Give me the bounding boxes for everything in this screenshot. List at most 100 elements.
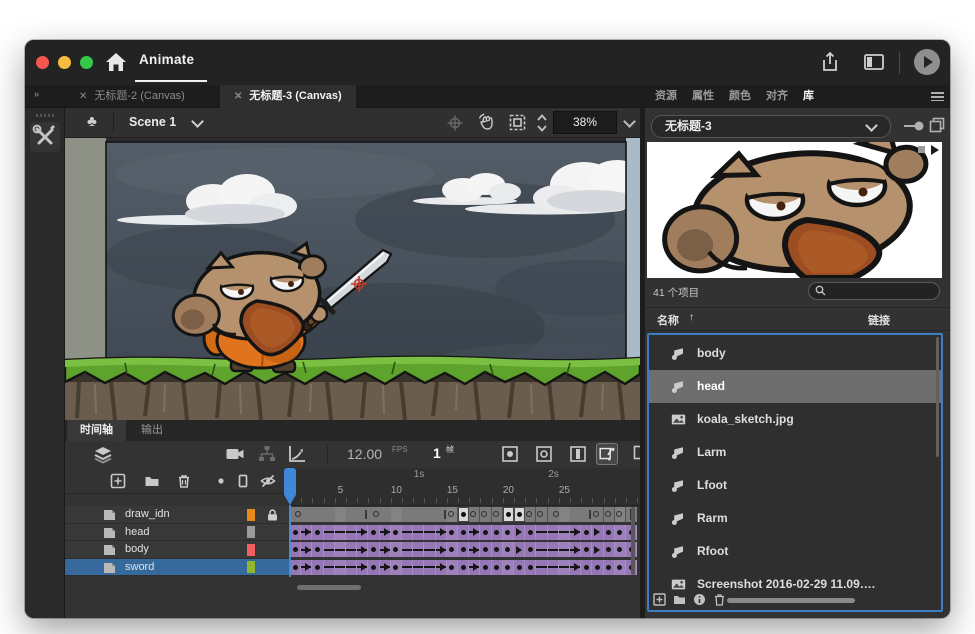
frame-cell[interactable] [424,560,435,575]
frame-cell[interactable] [615,542,626,557]
layer-color-chip[interactable] [247,526,255,538]
hide-layers-eye-slash-icon[interactable] [260,473,276,489]
frame-cell[interactable] [402,525,413,540]
frame-cell[interactable] [514,525,525,540]
frame-cell[interactable] [290,525,301,540]
frame-cell[interactable] [458,560,469,575]
frame-cell[interactable] [335,560,346,575]
frame-cell[interactable] [357,560,368,575]
frame-cell[interactable] [301,560,312,575]
frame-cell[interactable] [436,560,447,575]
home-icon[interactable] [105,52,127,72]
frame-cell[interactable] [312,507,323,522]
zoom-chevron-down-icon[interactable] [623,115,636,128]
frame-cell[interactable] [615,507,626,522]
frame-cell[interactable] [559,507,570,522]
frame-cell[interactable] [548,560,559,575]
close-window-button[interactable] [36,56,49,69]
frame-cell[interactable] [402,507,413,522]
frame-cell[interactable] [581,507,592,522]
frame-cell[interactable] [368,507,379,522]
insert-blank-keyframe-button[interactable] [533,443,555,465]
panel-tab-库[interactable]: 库 [803,85,814,108]
frame-cell[interactable] [581,560,592,575]
frames-row-body[interactable] [290,541,638,559]
frame-cell[interactable] [447,507,458,522]
frame-cell[interactable] [503,560,514,575]
library-item-preview[interactable] [647,142,942,278]
frame-cell[interactable] [592,542,603,557]
frame-cell[interactable] [346,560,357,575]
preview-resize-handle-icon[interactable] [918,146,925,153]
frame-cell[interactable] [346,525,357,540]
frame-cell[interactable] [346,542,357,557]
highlight-layer-dot-icon[interactable] [213,473,229,489]
frame-cell[interactable] [413,560,424,575]
frame-cell[interactable] [424,542,435,557]
frame-cell[interactable] [570,542,581,557]
frame-cell[interactable] [368,542,379,557]
frame-cell[interactable] [525,560,536,575]
frame-cell[interactable] [447,525,458,540]
frame-cell[interactable] [368,560,379,575]
layer-color-chip[interactable] [247,561,255,573]
panel-menu-hamburger-icon[interactable] [931,92,944,101]
frame-cell[interactable] [357,525,368,540]
zoom-stepper[interactable] [537,113,547,133]
frame-cell[interactable] [335,525,346,540]
edit-toolbar-button[interactable] [30,122,60,152]
rotate-hand-icon[interactable] [477,113,496,132]
layer-color-chip[interactable] [247,544,255,556]
frame-cell[interactable] [290,560,301,575]
frame-cell[interactable] [301,542,312,557]
center-stage-crosshair-icon[interactable] [447,115,463,131]
library-item-list[interactable]: bodyheadkoala_sketch.jpgLarmLfootRarmRfo… [647,333,943,612]
frame-cell[interactable] [324,507,335,522]
frame-cell[interactable] [514,542,525,557]
frame-cell[interactable] [615,525,626,540]
frame-cell[interactable] [436,525,447,540]
tools-grip-handle[interactable] [36,114,54,117]
timeline-tab-时间轴[interactable]: 时间轴 [67,420,126,441]
frame-cell[interactable] [469,560,480,575]
frame-cell[interactable] [536,507,547,522]
frame-cell[interactable] [492,525,503,540]
frame-cell[interactable] [503,542,514,557]
timeline-horizontal-scrollbar[interactable] [297,585,361,590]
frame-cell[interactable] [581,542,592,557]
frame-cell[interactable] [335,507,346,522]
new-symbol-icon[interactable] [653,593,666,606]
layer-locked-icon[interactable] [267,509,278,521]
frame-cell[interactable] [469,542,480,557]
test-movie-play-button[interactable] [914,49,940,75]
frame-cell[interactable] [548,507,559,522]
library-item-row[interactable]: Lfoot [649,469,941,502]
layer-row-body[interactable]: body [65,541,290,559]
frame-cell[interactable] [424,507,435,522]
share-icon[interactable] [819,51,841,73]
new-folder-icon[interactable] [673,593,686,606]
linkage-column-header[interactable]: 链接 [868,312,890,328]
frame-cell[interactable] [536,525,547,540]
frame-cell[interactable] [592,507,603,522]
easing-graph-icon[interactable] [287,444,307,464]
document-tab-1[interactable]: ✕无标题-2 (Canvas) [65,85,199,108]
frame-cell[interactable] [391,507,402,522]
frame-cell[interactable] [469,507,480,522]
app-tab-animate[interactable]: Animate [139,52,194,67]
frame-cell[interactable] [346,507,357,522]
library-horizontal-scrollbar[interactable] [727,598,855,603]
timeline-vertical-scrollbar[interactable] [631,507,635,575]
frame-cell[interactable] [469,525,480,540]
frames-row-head[interactable] [290,524,638,542]
frame-cell[interactable] [570,507,581,522]
frame-cell[interactable] [413,542,424,557]
zoom-window-button[interactable] [80,56,93,69]
timeline-ruler[interactable]: 1s2s510152025 [290,468,640,506]
new-folder-icon[interactable] [144,473,160,489]
frame-cell[interactable] [592,560,603,575]
layers-stack-icon[interactable] [93,444,113,464]
frame-cell[interactable] [324,542,335,557]
frame-cell[interactable] [480,560,491,575]
frame-cell[interactable] [368,525,379,540]
